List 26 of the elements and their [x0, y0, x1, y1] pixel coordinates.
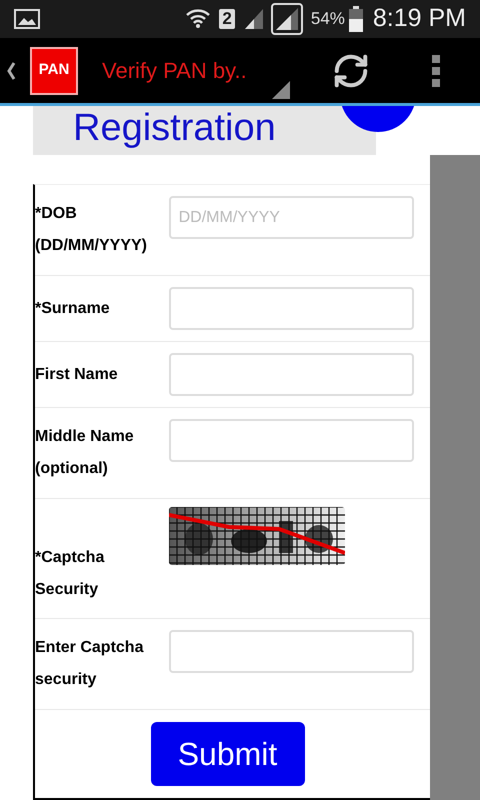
field-label: *DOB (DD/MM/YYYY): [35, 204, 148, 256]
input-field[interactable]: [168, 353, 414, 396]
field-label: *Captcha Security: [35, 548, 106, 600]
wifi-icon: [185, 7, 212, 31]
overflow-menu-icon[interactable]: [432, 54, 440, 86]
app-title[interactable]: Verify PAN by..: [102, 54, 272, 87]
signal-icon: [242, 7, 265, 31]
field-label: First Name: [35, 364, 119, 384]
input-field[interactable]: DD/MM/YYYY: [168, 196, 414, 239]
field-label: Middle Name (optional): [35, 427, 135, 479]
input-field[interactable]: [168, 287, 414, 330]
field-label: Enter Captcha security: [35, 638, 145, 690]
sim-badge: 2: [219, 9, 235, 29]
dropdown-triangle-icon[interactable]: [272, 81, 290, 99]
battery-percent: 54%: [310, 8, 345, 30]
field-label: *Surname: [35, 298, 111, 318]
submit-button[interactable]: Submit: [150, 722, 304, 786]
input-field[interactable]: [168, 630, 414, 673]
app-logo[interactable]: PAN: [30, 46, 78, 94]
battery-icon: [348, 6, 363, 32]
back-icon[interactable]: [6, 60, 16, 80]
signal-icon: [270, 3, 303, 35]
header-title: Registration: [73, 108, 276, 148]
image-icon: [14, 9, 40, 29]
input-field[interactable]: [168, 419, 414, 462]
clock: 8:19 PM: [372, 3, 466, 34]
